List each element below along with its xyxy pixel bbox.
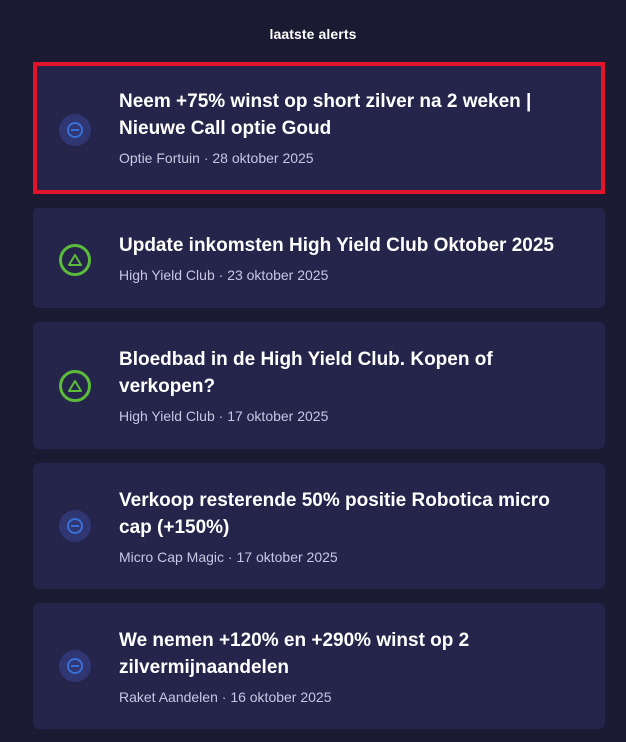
minus-circle-icon (59, 510, 91, 542)
alert-source: High Yield Club (119, 408, 215, 424)
triangle-up-icon (59, 244, 91, 276)
section-title: laatste alerts (269, 26, 357, 42)
alert-meta: Optie Fortuin · 28 oktober 2025 (119, 149, 585, 167)
alert-date: 17 oktober 2025 (227, 408, 329, 424)
alerts-page: laatste alerts Neem +75% winst op short … (0, 0, 626, 742)
alert-card[interactable]: Verkoop resterende 50% positie Robotica … (33, 463, 605, 589)
alert-card[interactable]: Bloedbad in de High Yield Club. Kopen of… (33, 322, 605, 449)
alert-meta: High Yield Club · 17 oktober 2025 (119, 407, 585, 425)
meta-separator: · (214, 267, 228, 283)
alert-card[interactable]: We nemen +120% en +290% winst op 2 zilve… (33, 603, 605, 729)
minus-circle-icon (59, 114, 91, 146)
alert-title: Neem +75% winst op short zilver na 2 wek… (119, 91, 532, 139)
alert-source: Raket Aandelen (119, 689, 218, 705)
meta-separator: · (199, 150, 213, 166)
alert-title: Bloedbad in de High Yield Club. Kopen of… (119, 349, 493, 397)
meta-separator: · (217, 689, 231, 705)
meta-separator: · (214, 408, 228, 424)
alert-source: Optie Fortuin (119, 150, 200, 166)
alert-meta: Raket Aandelen · 16 oktober 2025 (119, 688, 585, 706)
alert-date: 16 oktober 2025 (230, 689, 332, 705)
alert-date: 28 oktober 2025 (212, 150, 314, 166)
alert-meta: High Yield Club · 23 oktober 2025 (119, 266, 585, 284)
meta-separator: · (224, 549, 237, 565)
alert-meta: Micro Cap Magic · 17 oktober 2025 (119, 548, 585, 566)
alert-title: Verkoop resterende 50% positie Robotica … (119, 490, 550, 538)
alert-date: 23 oktober 2025 (227, 267, 329, 283)
triangle-up-icon (59, 370, 91, 402)
minus-circle-icon (59, 650, 91, 682)
alert-title: Update inkomsten High Yield Club Oktober… (119, 235, 554, 256)
alert-source: Micro Cap Magic (119, 549, 225, 565)
alert-title: We nemen +120% en +290% winst op 2 zilve… (119, 630, 470, 678)
alert-card[interactable]: Update inkomsten High Yield Club Oktober… (33, 208, 605, 308)
alert-card[interactable]: Neem +75% winst op short zilver na 2 wek… (33, 62, 605, 194)
alert-source: High Yield Club (119, 267, 215, 283)
alert-date: 17 oktober 2025 (236, 549, 338, 565)
alert-list: Neem +75% winst op short zilver na 2 wek… (33, 62, 605, 742)
